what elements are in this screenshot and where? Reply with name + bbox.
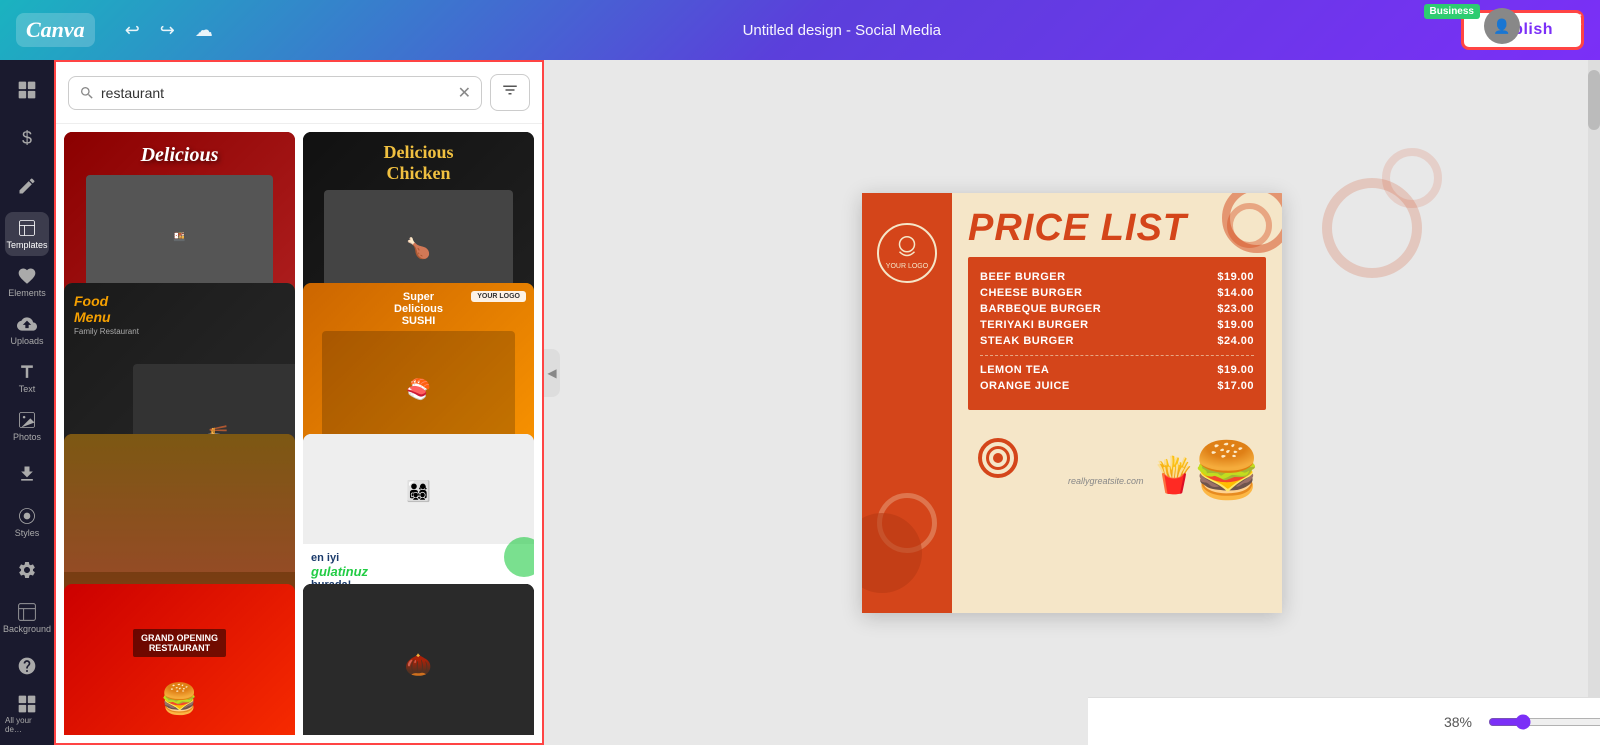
design-title: Untitled design - Social Media bbox=[223, 22, 1461, 39]
sidebar-label-uploads: Uploads bbox=[10, 336, 43, 346]
redo-button[interactable]: ↪ bbox=[150, 14, 185, 47]
collapse-icon: ◀ bbox=[547, 366, 556, 380]
undo-button[interactable]: ↩ bbox=[115, 14, 150, 47]
price-item-teriyaki: TERIYAKI BURGER $19.00 bbox=[980, 319, 1254, 331]
price-list-bottom-area: reallygreatsite.com 🍔 🍟 bbox=[968, 418, 1266, 498]
sidebar-item-apps[interactable]: All your de… bbox=[5, 692, 49, 736]
sidebar-item-downloads[interactable] bbox=[5, 452, 49, 496]
template-card[interactable]: 🌰 Kestane bbox=[303, 584, 534, 735]
template-grid: Delicious 🍱 Nearby Sushi Restaurant 🔍 De… bbox=[56, 124, 542, 735]
sidebar-item-monetize[interactable]: $ bbox=[5, 116, 49, 160]
price-item-steak: STEAK BURGER $24.00 bbox=[980, 335, 1254, 347]
business-badge: Business bbox=[1424, 4, 1480, 19]
fries-illustration: 🍟 bbox=[1152, 458, 1196, 493]
template-panel: ✕ Delicious 🍱 Nearby Sushi Restaurant 🔍 … bbox=[54, 60, 544, 745]
search-bar: ✕ bbox=[56, 62, 542, 124]
sidebar-label-apps: All your de… bbox=[5, 716, 49, 734]
template-card[interactable]: 🍔 bbox=[64, 584, 295, 735]
sidebar-item-styles[interactable]: Styles bbox=[5, 500, 49, 544]
sidebar-item-templates[interactable]: Templates bbox=[5, 212, 49, 256]
design-corner-arc-2 bbox=[1227, 203, 1272, 248]
canvas-area[interactable]: YOUR LOGO PRICE LIST BEEF BURGER $19.00 bbox=[544, 60, 1600, 745]
template-title-5: GRAND OPENINGRESTAURANT bbox=[133, 629, 226, 657]
website-text: reallygreatsite.com bbox=[1068, 476, 1144, 486]
template-title-3: FoodMenu bbox=[74, 293, 111, 325]
template-subtitle-3: Family Restaurant bbox=[74, 327, 139, 336]
price-divider bbox=[980, 355, 1254, 356]
sidebar-item-elements[interactable]: Elements bbox=[5, 260, 49, 304]
logo-circle: YOUR LOGO bbox=[877, 223, 937, 283]
price-item-cheese: CHEESE BURGER $14.00 bbox=[980, 287, 1254, 299]
user-avatar[interactable]: 👤 bbox=[1484, 8, 1520, 44]
collapse-handle-button[interactable]: ◀ bbox=[544, 349, 560, 397]
price-list-burgers-section: BEEF BURGER $19.00 CHEESE BURGER $14.00 … bbox=[968, 257, 1266, 410]
sidebar-item-help[interactable] bbox=[5, 644, 49, 688]
price-list-left-bar: YOUR LOGO bbox=[862, 193, 952, 613]
template-title-6: en iyi bbox=[311, 552, 526, 564]
search-filter-button[interactable] bbox=[490, 74, 530, 111]
price-list-main: PRICE LIST BEEF BURGER $19.00 CHEESE BUR… bbox=[952, 193, 1282, 613]
sidebar-label-styles: Styles bbox=[15, 528, 40, 538]
sidebar-item-home[interactable] bbox=[5, 68, 49, 112]
search-input[interactable] bbox=[101, 85, 452, 101]
sidebar-item-uploads[interactable]: Uploads bbox=[5, 308, 49, 352]
scroll-thumb[interactable] bbox=[1588, 70, 1600, 130]
sidebar-item-background[interactable]: Background bbox=[5, 596, 49, 640]
save-to-cloud-button[interactable]: ☁ bbox=[185, 14, 223, 47]
topbar: Canva ↩ ↪ ☁ Untitled design - Social Med… bbox=[0, 0, 1600, 60]
price-item-orange: ORANGE JUICE $17.00 bbox=[980, 380, 1254, 392]
bottom-bar: 38% ? bbox=[1088, 697, 1600, 745]
search-icon bbox=[79, 85, 95, 101]
canva-logo: Canva bbox=[16, 13, 95, 47]
sidebar-item-text[interactable]: Text bbox=[5, 356, 49, 400]
sidebar-label-elements: Elements bbox=[8, 288, 46, 298]
template-title-1: Delicious bbox=[141, 144, 219, 167]
icon-sidebar: $ Templates Elements Uploads Text Photos… bbox=[0, 60, 54, 745]
sidebar-item-settings[interactable] bbox=[5, 548, 49, 592]
template-title-2: DeliciousChicken bbox=[384, 142, 454, 184]
sidebar-item-brand[interactable] bbox=[5, 164, 49, 208]
sidebar-label-photos: Photos bbox=[13, 432, 41, 442]
window-close-btn[interactable]: ✕ bbox=[1567, 8, 1584, 33]
search-clear-icon[interactable]: ✕ bbox=[458, 83, 471, 103]
zoom-slider[interactable] bbox=[1488, 714, 1600, 730]
sidebar-label-background: Background bbox=[3, 624, 51, 634]
zoom-percentage: 38% bbox=[1444, 714, 1472, 730]
scroll-right[interactable] bbox=[1588, 60, 1600, 745]
logo-text: YOUR LOGO bbox=[886, 263, 928, 271]
price-item-beef: BEEF BURGER $19.00 bbox=[980, 271, 1254, 283]
sidebar-label-templates: Templates bbox=[6, 240, 47, 250]
price-item-lemon: LEMON TEA $19.00 bbox=[980, 364, 1254, 376]
design-preview[interactable]: YOUR LOGO PRICE LIST BEEF BURGER $19.00 bbox=[862, 193, 1282, 613]
canvas-decor-arc-2 bbox=[1382, 148, 1442, 208]
sidebar-label-text: Text bbox=[19, 384, 36, 394]
template-logo-4: YOUR LOGO bbox=[471, 291, 526, 302]
canvas-container: YOUR LOGO PRICE LIST BEEF BURGER $19.00 bbox=[662, 138, 1482, 668]
burger-illustration: 🍔 bbox=[1193, 443, 1261, 498]
sidebar-item-photos[interactable]: Photos bbox=[5, 404, 49, 448]
template-title-4: SuperDeliciousSUSHI bbox=[394, 291, 443, 327]
search-input-wrap: ✕ bbox=[68, 76, 482, 110]
price-item-barbeque: BARBEQUE BURGER $23.00 bbox=[980, 303, 1254, 315]
spiral-decor bbox=[978, 438, 1018, 478]
